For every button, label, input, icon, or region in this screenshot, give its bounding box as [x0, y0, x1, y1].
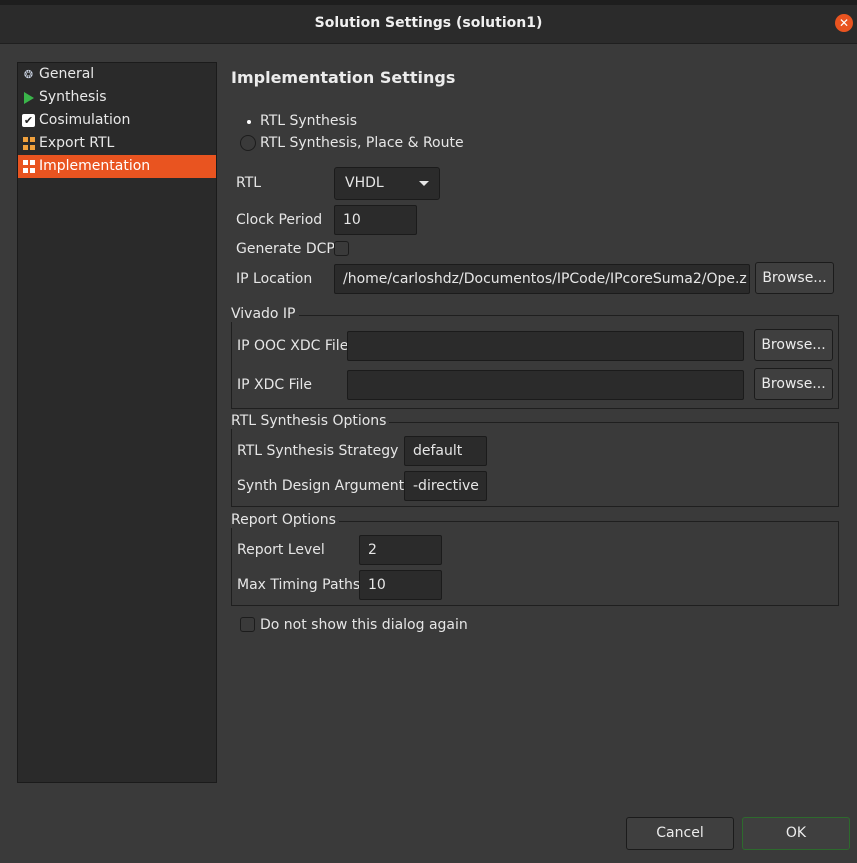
page-title: Implementation Settings	[231, 68, 456, 87]
nav-item-label: Implementation	[39, 158, 151, 174]
radio-rtl-synthesis-place-route[interactable]: RTL Synthesis, Place & Route	[240, 133, 464, 153]
window-top-strip	[0, 0, 857, 5]
dont-show-again-checkbox[interactable]	[240, 617, 255, 632]
window-title: Solution Settings (solution1)	[314, 15, 543, 31]
title-bar: Solution Settings (solution1) ✕	[0, 0, 857, 44]
ip-ooc-xdc-label: IP OOC XDC File	[237, 338, 349, 354]
ip-xdc-label: IP XDC File	[237, 377, 313, 393]
ip-ooc-xdc-field[interactable]	[347, 331, 744, 361]
radio-label: RTL Synthesis	[260, 113, 358, 129]
nav-item-label: General	[39, 66, 95, 82]
generate-dcp-label: Generate DCP	[236, 241, 335, 257]
vivado-ip-group-title: Vivado IP	[231, 306, 299, 322]
grid-icon	[22, 160, 35, 173]
ip-location-field[interactable]: /home/carloshdz/Documentos/IPCode/IPcore…	[334, 264, 750, 294]
close-icon[interactable]: ✕	[835, 14, 853, 32]
ip-ooc-xdc-browse-button[interactable]: Browse...	[754, 329, 833, 361]
nav-item-synthesis[interactable]: Synthesis	[18, 86, 216, 109]
nav-item-cosimulation[interactable]: ✔ Cosimulation	[18, 109, 216, 132]
rtl-label: RTL	[236, 175, 262, 191]
nav-item-implementation[interactable]: Implementation	[18, 155, 216, 178]
radio-label: RTL Synthesis, Place & Route	[260, 135, 464, 151]
synth-design-arguments-label: Synth Design Arguments	[237, 478, 412, 494]
report-level-label: Report Level	[237, 542, 325, 558]
rtl-select-value: VHDL	[345, 175, 384, 191]
report-options-title: Report Options	[231, 512, 339, 528]
cancel-button[interactable]: Cancel	[626, 817, 734, 850]
rtl-synthesis-options-title: RTL Synthesis Options	[231, 413, 390, 429]
ip-location-browse-button[interactable]: Browse...	[755, 262, 834, 294]
report-level-field[interactable]: 2	[359, 535, 442, 565]
ok-button[interactable]: OK	[742, 817, 850, 850]
settings-nav: ❂ General Synthesis ✔ Cosimulation Expor…	[17, 62, 217, 783]
generate-dcp-checkbox[interactable]	[334, 241, 349, 256]
report-options-group	[231, 521, 839, 606]
nav-item-label: Export RTL	[39, 135, 115, 151]
gear-icon: ❂	[23, 68, 34, 81]
nav-item-general[interactable]: ❂ General	[18, 63, 216, 86]
ip-xdc-field[interactable]	[347, 370, 744, 400]
rtl-synthesis-options-group	[231, 422, 839, 507]
ip-location-label: IP Location	[236, 271, 313, 287]
synth-design-arguments-field[interactable]: -directive	[404, 471, 487, 501]
radio-button[interactable]	[240, 135, 256, 151]
clock-period-label: Clock Period	[236, 212, 323, 228]
radio-rtl-synthesis[interactable]: RTL Synthesis	[240, 111, 357, 131]
rtl-synthesis-strategy-field[interactable]: default	[404, 436, 487, 466]
nav-item-label: Cosimulation	[39, 112, 131, 128]
max-timing-paths-label: Max Timing Paths	[237, 577, 361, 593]
nav-item-label: Synthesis	[39, 89, 107, 105]
dont-show-again-label: Do not show this dialog again	[260, 617, 468, 633]
rtl-select[interactable]: VHDL	[334, 167, 440, 200]
radio-button[interactable]	[240, 113, 256, 129]
checkbox-icon: ✔	[22, 113, 35, 127]
max-timing-paths-field[interactable]: 10	[359, 570, 442, 600]
play-icon	[22, 91, 35, 104]
clock-period-field[interactable]: 10	[334, 205, 417, 235]
ip-xdc-browse-button[interactable]: Browse...	[754, 368, 833, 400]
chevron-down-icon	[419, 181, 429, 186]
rtl-synthesis-strategy-label: RTL Synthesis Strategy	[237, 443, 399, 459]
nav-item-export-rtl[interactable]: Export RTL	[18, 132, 216, 155]
grid-icon	[22, 137, 35, 150]
